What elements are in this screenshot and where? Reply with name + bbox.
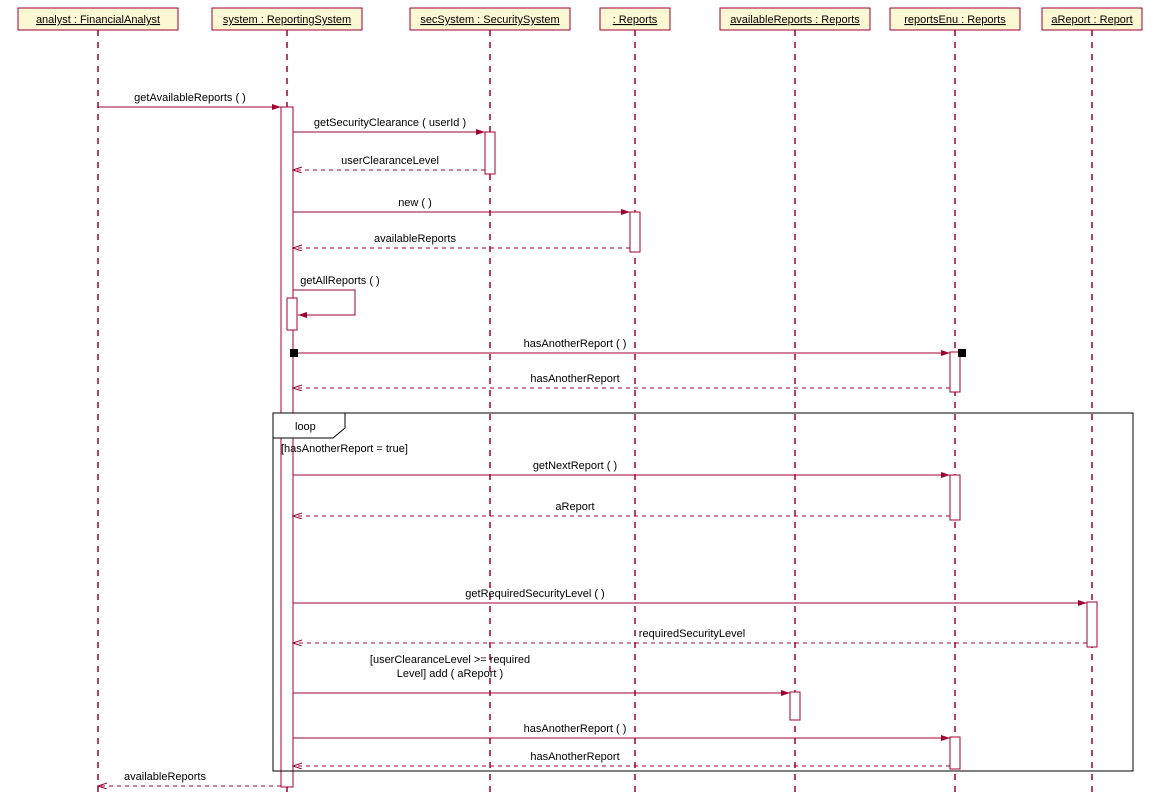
activation-enu-1 [950, 352, 960, 392]
lifeline-label: analyst : FinancialAnalyst [36, 14, 160, 26]
msg-hasAnotherReport-2: hasAnotherReport ( ) [293, 723, 950, 738]
svg-text:availableReports: availableReports [124, 771, 206, 783]
lifeline-avail: availableReports : Reports [720, 8, 870, 795]
svg-text:aReport: aReport [555, 501, 594, 513]
activation-avail [790, 692, 800, 720]
lifeline-aReport: aReport : Report [1042, 8, 1142, 795]
msg-hasAnotherReport-ret-2: hasAnotherReport [293, 751, 950, 766]
activation-aReport [1087, 602, 1097, 647]
lifeline-label: : Reports [613, 14, 658, 26]
lifeline-reports: : Reports [600, 8, 670, 795]
msg-getSecurityClearance: getSecurityClearance ( userId ) [293, 117, 485, 132]
svg-text:getRequiredSecurityLevel ( ): getRequiredSecurityLevel ( ) [465, 588, 604, 600]
svg-text:hasAnotherReport ( ): hasAnotherReport ( ) [524, 723, 627, 735]
svg-text:loop: loop [295, 421, 316, 433]
svg-text:[userClearanceLevel >= require: [userClearanceLevel >= required [370, 654, 530, 666]
msg-requiredSecurityLevel: requiredSecurityLevel [293, 628, 1087, 643]
svg-text:getAvailableReports ( ): getAvailableReports ( ) [134, 92, 246, 104]
svg-text:new ( ): new ( ) [398, 197, 432, 209]
msg-hasAnotherReport-1: hasAnotherReport ( ) [290, 338, 966, 357]
msg-getRequiredSecurityLevel: getRequiredSecurityLevel ( ) [293, 588, 1087, 603]
svg-text:requiredSecurityLevel: requiredSecurityLevel [639, 628, 745, 640]
svg-text:getSecurityClearance ( userId: getSecurityClearance ( userId ) [314, 117, 466, 129]
activation-secSystem [485, 132, 495, 174]
lifeline-analyst: analyst : FinancialAnalyst [18, 8, 178, 795]
svg-text:getNextReport ( ): getNextReport ( ) [533, 460, 617, 472]
activation-enu-3 [950, 737, 960, 769]
msg-availableReports-2: availableReports [98, 771, 281, 786]
msg-getNextReport: getNextReport ( ) [293, 460, 950, 475]
svg-text:availableReports: availableReports [374, 233, 456, 245]
lifeline-label: system : ReportingSystem [223, 14, 351, 26]
svg-text:hasAnotherReport: hasAnotherReport [530, 751, 619, 763]
activation-reports [630, 212, 640, 252]
lifeline-enu: reportsEnu : Reports [890, 8, 1020, 795]
sequence-diagram: analyst : FinancialAnalyst system : Repo… [0, 0, 1154, 801]
msg-getAvailableReports: getAvailableReports ( ) [98, 92, 281, 107]
fragment-loop: loop [hasAnotherReport = true] [273, 413, 1133, 771]
activation-self [287, 298, 297, 330]
svg-text:userClearanceLevel: userClearanceLevel [341, 155, 439, 167]
activation-enu-2 [950, 475, 960, 520]
svg-text:[hasAnotherReport = true]: [hasAnotherReport = true] [281, 443, 408, 455]
svg-text:hasAnotherReport ( ): hasAnotherReport ( ) [524, 338, 627, 350]
svg-text:hasAnotherReport: hasAnotherReport [530, 373, 619, 385]
msg-getAllReports: getAllReports ( ) [293, 275, 380, 315]
msg-aReport: aReport [293, 501, 950, 516]
msg-add: [userClearanceLevel >= required Level] a… [293, 654, 790, 693]
msg-new: new ( ) [293, 197, 630, 212]
lifeline-label: aReport : Report [1051, 14, 1132, 26]
lifeline-label: secSystem : SecuritySystem [420, 14, 559, 26]
lifeline-label: reportsEnu : Reports [904, 14, 1006, 26]
msg-availableReports-1: availableReports [293, 233, 630, 248]
msg-userClearanceLevel: userClearanceLevel [293, 155, 485, 170]
msg-hasAnotherReport-ret-1: hasAnotherReport [293, 373, 950, 388]
svg-text:getAllReports ( ): getAllReports ( ) [300, 275, 379, 287]
svg-text:Level] add ( aReport ): Level] add ( aReport ) [397, 668, 503, 680]
lifeline-label: availableReports : Reports [730, 14, 860, 26]
